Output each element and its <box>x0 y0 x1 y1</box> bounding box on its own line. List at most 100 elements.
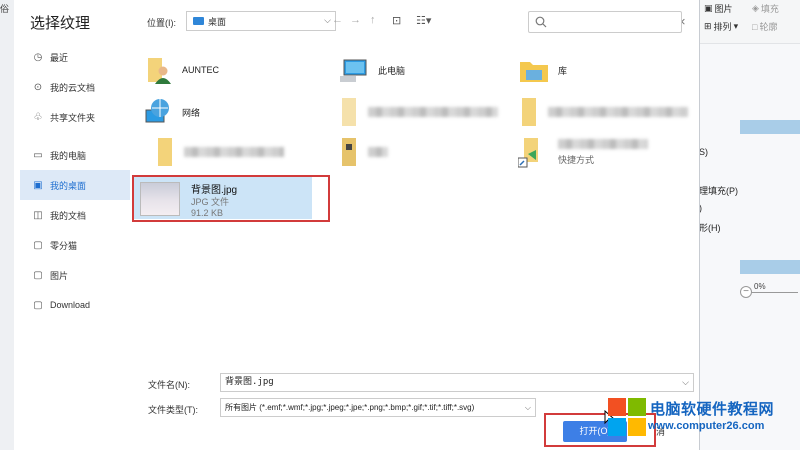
sidebar-item-label: 我的桌面 <box>50 180 87 191</box>
arrange-menu[interactable]: ⊞ 排列 ▾ <box>704 20 738 33</box>
location-value: 桌面 <box>208 16 227 27</box>
folder-icon: ▢ <box>33 299 43 311</box>
sidebar-item-download[interactable]: ▢ Download <box>20 290 130 320</box>
dialog-title: 选择纹理 <box>30 15 91 32</box>
chevron-down-icon: ▾ <box>733 21 739 31</box>
folder-icon <box>342 138 356 166</box>
highlight-frame <box>132 175 330 222</box>
desktop-icon: ▣ <box>33 179 43 191</box>
sidebar-item-my-documents[interactable]: ◫ 我的文档 <box>20 200 130 230</box>
library-folder-icon <box>520 62 548 82</box>
chevron-down-icon: ⌵ <box>524 403 531 412</box>
sidebar-item-lingfenmao[interactable]: ▢ 零分猫 <box>20 230 130 260</box>
arrange-label: 排列 <box>713 22 732 32</box>
filetype-value: 所有图片 (*.emf;*.wmf;*.jpg;*.jpeg;*.jpe;*.p… <box>225 403 475 412</box>
sidebar-item-label: Download <box>50 300 91 310</box>
fill-label: 填充 <box>760 4 779 14</box>
fill-icon: ◈ <box>752 3 759 13</box>
file-item-auntec[interactable]: AUNTEC <box>142 54 219 86</box>
sidebar-item-label: 我的云文档 <box>50 82 96 93</box>
outline-menu[interactable]: □ 轮廓 <box>752 20 777 33</box>
outline-icon: □ <box>752 21 758 32</box>
file-name: 网络 <box>182 107 201 118</box>
sidebar-item-my-computer[interactable]: ▭ 我的电脑 <box>20 140 130 170</box>
sidebar-item-label: 我的文档 <box>50 210 87 221</box>
background-color-bar <box>740 260 800 274</box>
file-list: AUNTEC 此电脑 库 网络 快捷方式 背景图.jpg JPG 文件 91.2… <box>130 42 700 362</box>
user-folder-icon <box>148 58 171 84</box>
sidebar-item-label: 我的电脑 <box>50 150 87 161</box>
folder-icon: ▢ <box>33 239 43 251</box>
background-app-left: 俗 <box>0 0 14 450</box>
filetype-label: 文件类型(T): <box>148 405 198 415</box>
file-item-this-pc[interactable]: 此电脑 <box>338 54 405 86</box>
background-color-bar <box>740 120 800 134</box>
filename-value: 背景图.jpg <box>225 377 274 387</box>
filetype-select[interactable]: 所有图片 (*.emf;*.wmf;*.jpg;*.jpeg;*.jpe;*.p… <box>220 398 536 417</box>
chevron-down-icon[interactable]: ⌵ <box>682 374 689 391</box>
windows-logo-icon <box>608 398 646 436</box>
background-app-panel: ▣图片 ◈填充 ⊞排列▾ □轮廓 S(S) 纹理填充(P) (A) 图形(H) … <box>690 0 800 450</box>
folder-icon <box>522 98 536 126</box>
file-type: 快捷方式 <box>558 154 595 165</box>
folder-icon <box>342 98 356 126</box>
file-item-network[interactable]: 网络 <box>142 96 200 128</box>
transparency-percent: 0% <box>754 282 766 291</box>
location-select[interactable]: 桌面 ⌵ <box>186 11 336 31</box>
search-icon <box>535 16 547 28</box>
sidebar-item-label: 最近 <box>50 52 69 63</box>
minus-icon[interactable]: − <box>740 286 752 298</box>
file-name: AUNTEC <box>182 65 220 75</box>
documents-icon: ◫ <box>33 209 43 221</box>
file-name: 库 <box>558 65 568 76</box>
chevron-down-icon: ⌵ <box>324 15 331 25</box>
shortcut-folder-icon <box>518 138 538 168</box>
up-button[interactable]: ↑ <box>370 14 376 26</box>
select-texture-dialog: 选择纹理 × ◷ 最近 ⊙ 我的云文档 ♧ 共享文件夹 ▭ 我的电脑 ▣ 我的桌… <box>14 0 700 450</box>
search-input[interactable] <box>528 11 682 33</box>
file-item-library[interactable]: 库 <box>518 54 567 86</box>
forward-button[interactable]: → <box>350 14 361 26</box>
file-name: 此电脑 <box>378 65 406 76</box>
network-globe-icon <box>145 99 169 123</box>
blurred-filename <box>368 107 498 117</box>
back-button[interactable]: ← <box>332 14 343 26</box>
blurred-filename <box>184 147 284 157</box>
file-item-shortcut[interactable]: 快捷方式 <box>518 136 648 168</box>
desktop-folder-icon <box>193 17 204 25</box>
picture-label: 图片 <box>714 4 733 14</box>
computer-icon: ▭ <box>33 149 43 161</box>
watermark-title: 电脑软硬件教程网 <box>650 401 775 418</box>
watermark-url: www.computer26.com <box>648 420 765 432</box>
sidebar-divider <box>20 132 130 140</box>
picture-icon: ▣ <box>704 3 713 13</box>
view-menu-icon[interactable]: ☷▾ <box>416 14 431 27</box>
computer-icon <box>340 59 367 82</box>
sidebar-item-label: 共享文件夹 <box>50 112 96 123</box>
folder-icon: ▢ <box>33 269 43 281</box>
background-toolbar: ▣ 图片 ◈ 填充 ⊞ 排列 ▾ □ 轮廓 <box>690 0 800 44</box>
file-item-blurred[interactable] <box>338 136 388 168</box>
cloud-doc-icon: ⊙ <box>33 81 43 93</box>
filename-field[interactable]: 背景图.jpg ⌵ <box>220 373 694 392</box>
fill-menu[interactable]: ◈ 填充 <box>752 2 779 15</box>
file-item-blurred[interactable] <box>154 136 284 168</box>
picture-menu[interactable]: ▣ 图片 <box>704 2 733 15</box>
sidebar-item-cloud-docs[interactable]: ⊙ 我的云文档 <box>20 72 130 102</box>
sidebar-item-my-desktop[interactable]: ▣ 我的桌面 <box>20 170 130 200</box>
new-folder-icon[interactable]: ⊡ <box>392 14 401 27</box>
background-left-label: 俗 <box>0 4 10 14</box>
share-icon: ♧ <box>33 111 43 123</box>
sidebar-item-recent[interactable]: ◷ 最近 <box>20 42 130 72</box>
sidebar-item-label: 图片 <box>50 270 69 281</box>
file-item-blurred[interactable] <box>338 96 498 128</box>
arrange-icon: ⊞ <box>704 21 712 31</box>
sidebar-item-label: 零分猫 <box>50 240 78 251</box>
sidebar: ◷ 最近 ⊙ 我的云文档 ♧ 共享文件夹 ▭ 我的电脑 ▣ 我的桌面 ◫ 我的文… <box>20 42 130 320</box>
filename-label: 文件名(N): <box>148 380 190 390</box>
file-item-blurred[interactable] <box>518 96 688 128</box>
blurred-filename <box>368 147 388 157</box>
sidebar-item-pictures[interactable]: ▢ 图片 <box>20 260 130 290</box>
blurred-filename <box>558 138 648 149</box>
sidebar-item-shared[interactable]: ♧ 共享文件夹 <box>20 102 130 132</box>
